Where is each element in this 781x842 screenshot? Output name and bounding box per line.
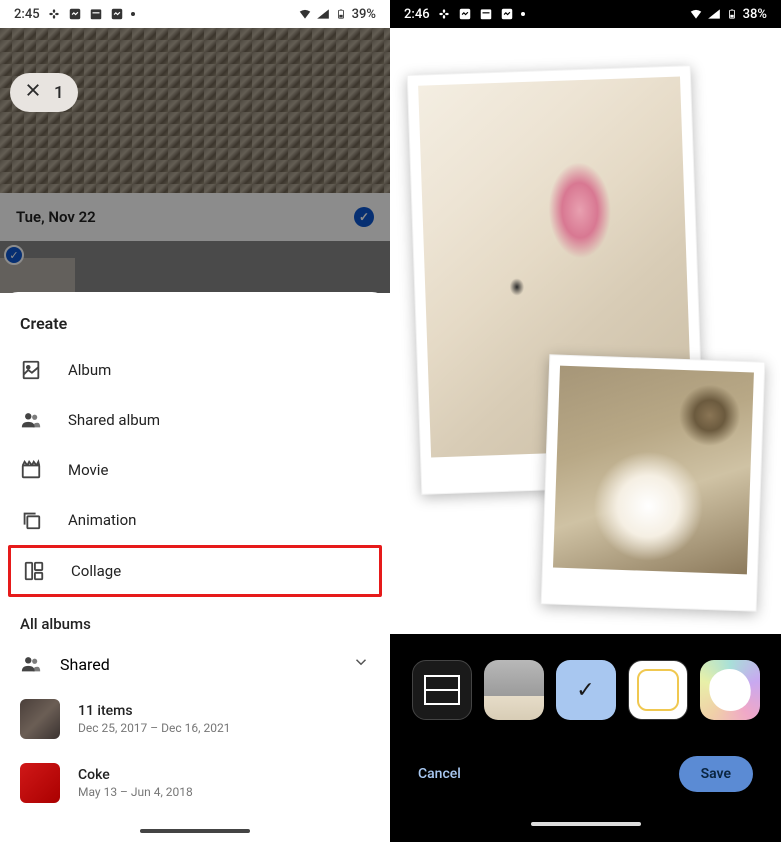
menu-collage-label: Collage — [71, 562, 121, 580]
polaroid-photo-2[interactable] — [541, 354, 766, 611]
movie-icon — [20, 459, 42, 481]
date-header-text: Tue, Nov 22 — [16, 208, 96, 226]
album-name: 11 items — [78, 703, 230, 719]
style-selector: ✓ — [390, 648, 781, 732]
style-film[interactable] — [484, 660, 544, 720]
close-icon[interactable] — [24, 81, 42, 104]
style-polaroid-selected[interactable]: ✓ — [556, 660, 616, 720]
menu-collage[interactable]: Collage — [11, 548, 379, 594]
menu-animation[interactable]: Animation — [0, 495, 390, 545]
signal-icon — [316, 7, 330, 21]
dog-photo-2 — [553, 366, 754, 575]
status-time: 2:45 — [14, 7, 40, 22]
notif-dot-icon — [131, 12, 135, 16]
status-battery: 39% — [352, 7, 376, 22]
status-left: 2:45 — [14, 7, 135, 22]
album-name: Coke — [78, 767, 193, 783]
flower-shape-icon — [706, 666, 753, 713]
status-right: 38% — [689, 7, 767, 22]
style-flower[interactable] — [700, 660, 760, 720]
editor-bar: ✓ Cancel Save — [390, 634, 781, 842]
sheet-title: Create — [0, 292, 390, 345]
album-subtitle: May 13 – Jun 4, 2018 — [78, 785, 193, 799]
selection-check-icon: ✓ — [4, 245, 24, 265]
messenger-icon — [68, 7, 82, 21]
status-time: 2:46 — [404, 7, 430, 22]
album-icon — [20, 359, 42, 381]
messenger2-icon — [500, 7, 514, 21]
status-left: 2:46 — [404, 7, 525, 22]
shared-row[interactable]: Shared — [0, 641, 390, 687]
menu-shared-album-label: Shared album — [68, 411, 160, 429]
notif-dot-icon — [521, 12, 525, 16]
all-albums-title: All albums — [0, 597, 390, 641]
calendar-icon — [479, 7, 493, 21]
menu-movie[interactable]: Movie — [0, 445, 390, 495]
wifi-icon — [298, 7, 312, 21]
menu-shared-album[interactable]: Shared album — [0, 395, 390, 445]
menu-movie-label: Movie — [68, 461, 108, 479]
style-grid[interactable] — [412, 660, 472, 720]
menu-album-label: Album — [68, 361, 111, 379]
battery-icon — [334, 7, 348, 21]
phone-left: 2:45 39% 1 Tue, Nov 22 ✓ — [0, 0, 390, 842]
status-right: 39% — [298, 7, 376, 22]
calendar-icon — [89, 7, 103, 21]
album-thumb — [20, 763, 60, 803]
date-header-row[interactable]: Tue, Nov 22 ✓ — [0, 193, 390, 241]
cancel-button[interactable]: Cancel — [418, 766, 461, 782]
selection-count: 1 — [54, 83, 64, 103]
chevron-down-icon — [352, 653, 370, 675]
create-sheet: Create Album Shared album Movie Animatio… — [0, 292, 390, 842]
rounded-frame-icon — [637, 669, 679, 711]
check-badge-icon[interactable]: ✓ — [354, 207, 374, 227]
battery-icon — [725, 7, 739, 21]
nav-handle[interactable] — [140, 829, 250, 833]
messenger-icon — [458, 7, 472, 21]
collage-preview[interactable] — [390, 28, 781, 634]
album-thumb — [20, 699, 60, 739]
status-bar-left: 2:45 39% — [0, 0, 390, 28]
album-row-11items[interactable]: 11 items Dec 25, 2017 – Dec 16, 2021 — [0, 687, 390, 751]
status-bar-right: 2:46 38% — [390, 0, 781, 28]
animation-icon — [20, 509, 42, 531]
check-icon: ✓ — [576, 678, 594, 703]
shared-label: Shared — [60, 655, 110, 674]
grid-layout-icon — [424, 675, 460, 705]
save-button[interactable]: Save — [679, 756, 753, 792]
close-selection-chip[interactable]: 1 — [10, 73, 78, 112]
collage-highlight: Collage — [8, 545, 382, 597]
signal-icon — [707, 7, 721, 21]
messenger2-icon — [110, 7, 124, 21]
shared-album-icon — [20, 409, 42, 431]
menu-animation-label: Animation — [68, 511, 136, 529]
dimmed-background: 1 Tue, Nov 22 ✓ ✓ — [0, 28, 390, 293]
slack-icon — [47, 7, 61, 21]
selected-thumbnail[interactable] — [0, 258, 75, 293]
style-rounded[interactable] — [628, 660, 688, 720]
phone-right: 2:46 38% ✓ Cancel Save — [390, 0, 781, 842]
menu-album[interactable]: Album — [0, 345, 390, 395]
album-subtitle: Dec 25, 2017 – Dec 16, 2021 — [78, 721, 230, 735]
nav-handle[interactable] — [531, 822, 641, 826]
collage-icon — [23, 560, 45, 582]
slack-icon — [437, 7, 451, 21]
status-battery: 38% — [743, 7, 767, 22]
action-row: Cancel Save — [390, 732, 781, 792]
wifi-icon — [689, 7, 703, 21]
shared-icon — [20, 653, 42, 675]
album-row-coke[interactable]: Coke May 13 – Jun 4, 2018 — [0, 751, 390, 815]
